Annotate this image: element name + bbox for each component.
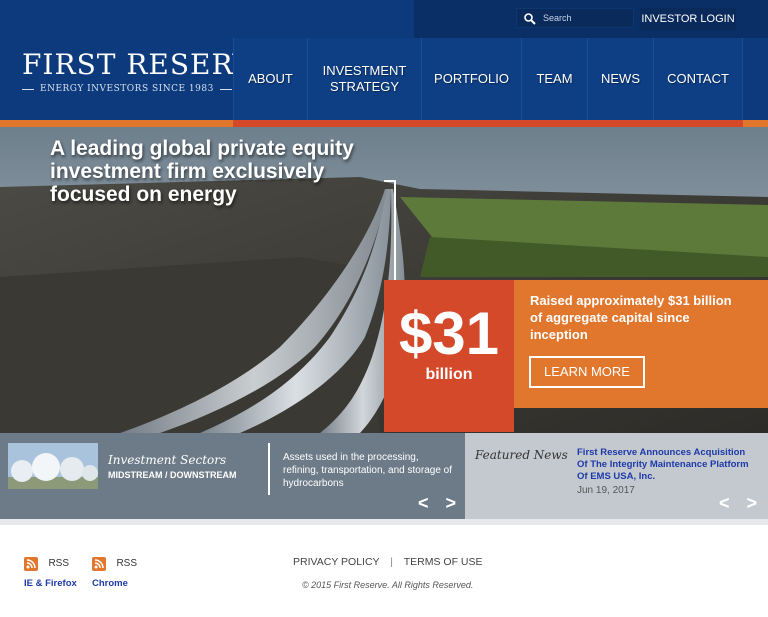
copyright-notice: © 2015 First Reserve. All Rights Reserve… [302, 580, 474, 590]
featured-news-panel: Featured News First Reserve Announces Ac… [465, 433, 768, 519]
stat-description: Raised approximately $31 billion of aggr… [530, 293, 732, 342]
rss-browser-label[interactable]: IE & Firefox [24, 578, 94, 589]
storage-tanks-image [8, 443, 98, 489]
hero-banner: A leading global private equity investme… [0, 127, 768, 433]
rss-icon[interactable] [92, 556, 106, 571]
footer-links: PRIVACY POLICY | TERMS OF USE [293, 556, 483, 568]
main-nav: ABOUT INVESTMENT STRATEGY PORTFOLIO TEAM… [233, 38, 743, 120]
rss-chrome[interactable]: RSS Chrome [92, 555, 162, 589]
rss-label[interactable]: RSS [116, 558, 137, 569]
nav-contact[interactable]: CONTACT [654, 38, 743, 120]
nav-news[interactable]: NEWS [588, 38, 654, 120]
news-carousel-controls: < > [719, 493, 763, 514]
hero-accent-line-vertical [394, 181, 396, 281]
investor-login-button[interactable]: INVESTOR LOGIN [640, 8, 736, 30]
logo-rule-right [219, 88, 232, 90]
logo-subtitle: ENERGY INVESTORS SINCE 1983 [40, 84, 214, 94]
terms-of-use-link[interactable]: TERMS OF USE [404, 556, 483, 568]
rss-label[interactable]: RSS [48, 558, 69, 569]
sector-name[interactable]: MIDSTREAM / DOWNSTREAM [108, 470, 237, 480]
stat-value: $31 [398, 300, 500, 367]
rss-browser-label[interactable]: Chrome [92, 578, 162, 589]
privacy-policy-link[interactable]: PRIVACY POLICY [293, 556, 379, 568]
news-next-arrow-icon[interactable]: > [747, 493, 764, 514]
search-icon[interactable] [523, 12, 537, 26]
news-prev-arrow-icon[interactable]: < [719, 493, 736, 514]
nav-accent-band [233, 120, 743, 127]
header-accent-band [0, 120, 768, 127]
search-input[interactable] [541, 10, 631, 26]
stat-callout: $31 billion [384, 280, 514, 432]
news-date: Jun 19, 2017 [577, 485, 635, 496]
sectors-title: Investment Sectors [108, 453, 227, 467]
sectors-carousel-controls: < > [418, 493, 462, 514]
site-header: INVESTOR LOGIN FIRST RESERVE ENERGY INVE… [0, 0, 768, 120]
logo-rule-left [22, 88, 34, 90]
stat-description-panel: Raised approximately $31 billion of aggr… [514, 280, 768, 408]
stat-unit: billion [425, 366, 473, 383]
sectors-next-arrow-icon[interactable]: > [446, 493, 463, 514]
nav-about[interactable]: ABOUT [234, 38, 308, 120]
sector-description: Assets used in the processing, refining,… [283, 452, 452, 489]
nav-team[interactable]: TEAM [522, 38, 588, 120]
sectors-prev-arrow-icon[interactable]: < [418, 493, 435, 514]
investment-sectors-panel: Investment Sectors MIDSTREAM / DOWNSTREA… [0, 433, 465, 519]
logo-title: FIRST RESERVE [22, 48, 276, 81]
sectors-divider [268, 443, 270, 495]
hero-headline: A leading global private equity investme… [50, 137, 354, 206]
nav-portfolio[interactable]: PORTFOLIO [422, 38, 522, 120]
logo[interactable]: FIRST RESERVE ENERGY INVESTORS SINCE 198… [22, 48, 276, 94]
nav-investment-strategy[interactable]: INVESTMENT STRATEGY [308, 38, 422, 120]
featured-news-title: Featured News [475, 448, 568, 462]
utility-bar: INVESTOR LOGIN [414, 0, 768, 38]
footer-link-separator: | [390, 556, 394, 568]
rss-icon[interactable] [24, 556, 38, 571]
logo-tagline: ENERGY INVESTORS SINCE 1983 [22, 84, 232, 94]
news-headline-link[interactable]: First Reserve Announces Acquisition Of T… [577, 447, 753, 483]
site-footer: RSS IE & Firefox RSS Chrome PRIVACY POLI… [0, 525, 768, 617]
learn-more-button[interactable]: LEARN MORE [529, 356, 645, 388]
rss-ie-firefox[interactable]: RSS IE & Firefox [24, 555, 94, 589]
search-box[interactable] [516, 8, 634, 28]
